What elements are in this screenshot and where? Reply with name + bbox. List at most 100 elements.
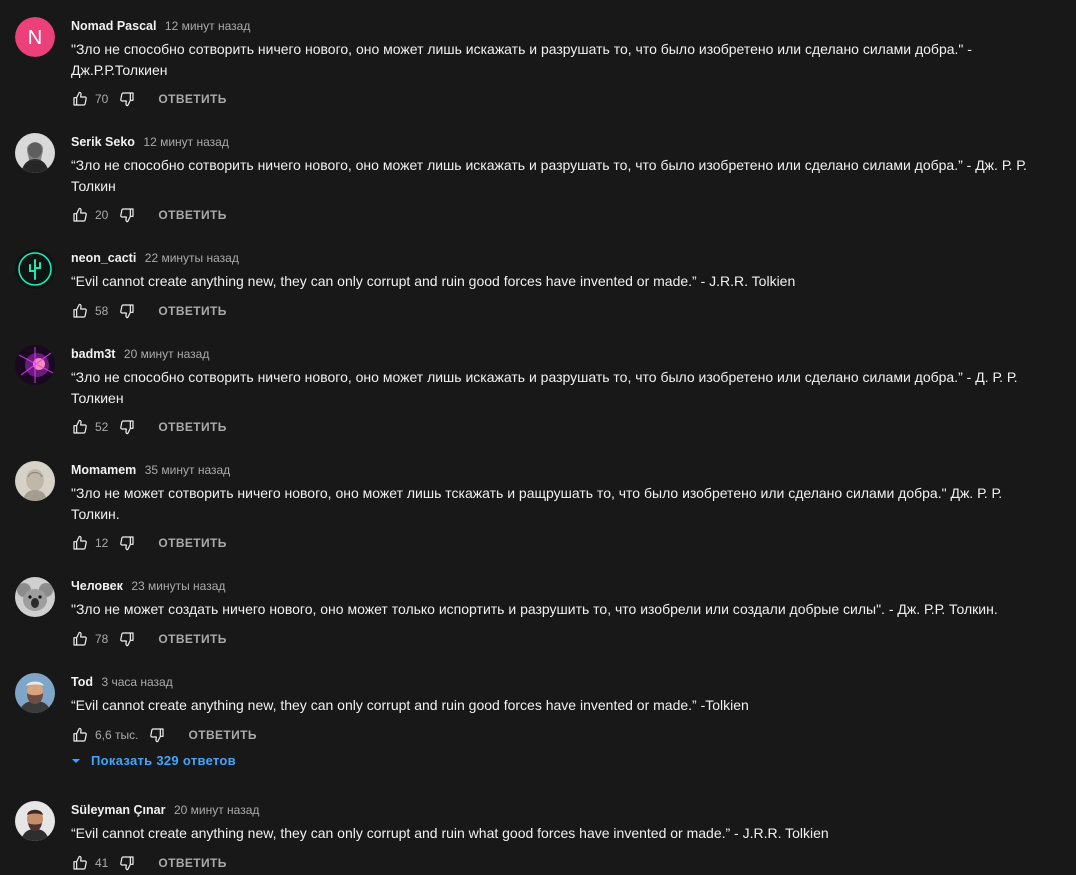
comment-text-line: Толкин <box>71 178 116 194</box>
comment-text: "Зло не может сотворить ничего нового, о… <box>71 483 1061 525</box>
sketch-portrait-icon <box>15 461 55 501</box>
comment-header: Süleyman Çınar 20 минут назад <box>71 802 259 818</box>
author-name[interactable]: Nomad Pascal <box>71 19 156 33</box>
like-count: 12 <box>95 536 109 550</box>
thumb-up-icon <box>73 91 87 106</box>
comment-text-line: "Зло не может сотворить ничего нового, о… <box>71 485 1003 501</box>
comment-text-line: Толкин. <box>71 506 120 522</box>
show-replies-button[interactable]: Показать 329 ответов <box>71 753 236 768</box>
author-name[interactable]: badm3t <box>71 347 115 361</box>
reply-button[interactable]: ОТВЕТИТЬ <box>158 632 226 646</box>
dislike-button[interactable] <box>118 630 136 648</box>
author-name[interactable]: Süleyman Çınar <box>71 803 165 817</box>
avatar[interactable] <box>15 801 55 841</box>
comment-actions: 52 ОТВЕТИТЬ <box>71 415 227 439</box>
comment-header: Человек 23 минуты назад <box>71 578 225 594</box>
reply-button[interactable]: ОТВЕТИТЬ <box>158 208 226 222</box>
author-name[interactable]: Serik Seko <box>71 135 135 149</box>
comment-text-line: Дж.Р.Р.Толкиен <box>71 62 168 78</box>
thumb-up-icon <box>73 855 87 870</box>
comment-time[interactable]: 35 минут назад <box>145 463 230 477</box>
neon-cactus-icon <box>15 249 55 289</box>
like-button[interactable] <box>71 630 89 648</box>
comment-text-line: “Зло не способно сотворить ничего нового… <box>71 369 1018 385</box>
dislike-button[interactable] <box>118 90 136 108</box>
koala-icon <box>15 577 55 617</box>
author-name[interactable]: Tod <box>71 675 93 689</box>
avatar[interactable] <box>15 577 55 617</box>
comment-text: “Зло не способно сотворить ничего нового… <box>71 367 1061 409</box>
like-count: 70 <box>95 92 109 106</box>
dislike-button[interactable] <box>118 302 136 320</box>
comment-time[interactable]: 20 минут назад <box>174 803 259 817</box>
author-name[interactable]: neon_cacti <box>71 251 136 265</box>
dislike-button[interactable] <box>118 854 136 872</box>
comment-actions: 20 ОТВЕТИТЬ <box>71 203 227 227</box>
comment-time[interactable]: 20 минут назад <box>124 347 209 361</box>
like-count: 78 <box>95 632 109 646</box>
comment-text-line: "Зло не может создать ничего нового, оно… <box>71 601 998 617</box>
thumb-down-icon <box>120 632 134 647</box>
like-button[interactable] <box>71 534 89 552</box>
like-count: 41 <box>95 856 109 870</box>
author-name[interactable]: Momamem <box>71 463 136 477</box>
dislike-button[interactable] <box>118 418 136 436</box>
dislike-button[interactable] <box>118 206 136 224</box>
like-button[interactable] <box>71 726 89 744</box>
comment-time[interactable]: 12 минут назад <box>143 135 228 149</box>
like-button[interactable] <box>71 90 89 108</box>
thumb-down-icon <box>120 856 134 871</box>
comment-time[interactable]: 22 минуты назад <box>145 251 239 265</box>
reply-button[interactable]: ОТВЕТИТЬ <box>158 420 226 434</box>
reply-button[interactable]: ОТВЕТИТЬ <box>158 304 226 318</box>
comment-actions: 6,6 тыс. ОТВЕТИТЬ <box>71 723 257 747</box>
comment-text-line: “Evil cannot create anything new, they c… <box>71 273 796 289</box>
avatar[interactable] <box>15 133 55 173</box>
purple-burst-icon <box>15 345 55 385</box>
author-name[interactable]: Человек <box>71 579 123 593</box>
thumb-up-icon <box>73 303 87 318</box>
like-button[interactable] <box>71 854 89 872</box>
comment-actions: 70 ОТВЕТИТЬ <box>71 87 227 111</box>
comment-text: “Зло не способно сотворить ничего нового… <box>71 155 1061 197</box>
comment-text: "Зло не может создать ничего нового, оно… <box>71 599 1061 620</box>
thumb-down-icon <box>120 420 134 435</box>
comment-actions: 78 ОТВЕТИТЬ <box>71 627 227 651</box>
reply-button[interactable]: ОТВЕТИТЬ <box>158 536 226 550</box>
thumb-up-icon <box>73 727 87 742</box>
comment-text: “Evil cannot create anything new, they c… <box>71 271 1061 292</box>
like-button[interactable] <box>71 206 89 224</box>
like-count: 20 <box>95 208 109 222</box>
comment-header: badm3t 20 минут назад <box>71 346 209 362</box>
comment-time[interactable]: 3 часа назад <box>101 675 172 689</box>
comment-text-line: Толкиен <box>71 390 124 406</box>
dislike-button[interactable] <box>118 534 136 552</box>
avatar[interactable] <box>15 461 55 501</box>
thumb-up-icon <box>73 631 87 646</box>
comment-text: “Evil cannot create anything new, they c… <box>71 695 1061 716</box>
comment-time[interactable]: 12 минут назад <box>165 19 250 33</box>
comment-actions: 12 ОТВЕТИТЬ <box>71 531 227 555</box>
thumb-down-icon <box>120 208 134 223</box>
like-button[interactable] <box>71 418 89 436</box>
avatar[interactable] <box>15 249 55 289</box>
comment-time[interactable]: 23 минуты назад <box>131 579 225 593</box>
comment-actions: 41 ОТВЕТИТЬ <box>71 851 227 875</box>
avatar[interactable]: N <box>15 17 55 57</box>
thumb-up-icon <box>73 419 87 434</box>
comment-text-line: "Зло не способно сотворить ничего нового… <box>71 41 972 57</box>
avatar[interactable] <box>15 345 55 385</box>
like-count: 52 <box>95 420 109 434</box>
dislike-button[interactable] <box>148 726 166 744</box>
reply-button[interactable]: ОТВЕТИТЬ <box>158 856 226 870</box>
comment-text: "Зло не способно сотворить ничего нового… <box>71 39 1061 81</box>
like-button[interactable] <box>71 302 89 320</box>
reply-button[interactable]: ОТВЕТИТЬ <box>158 92 226 106</box>
like-count: 58 <box>95 304 109 318</box>
thumb-down-icon <box>120 304 134 319</box>
avatar[interactable] <box>15 673 55 713</box>
comment-header: Serik Seko 12 минут назад <box>71 134 229 150</box>
like-count: 6,6 тыс. <box>95 728 139 742</box>
reply-button[interactable]: ОТВЕТИТЬ <box>188 728 256 742</box>
avatar-letter: N <box>28 27 42 49</box>
